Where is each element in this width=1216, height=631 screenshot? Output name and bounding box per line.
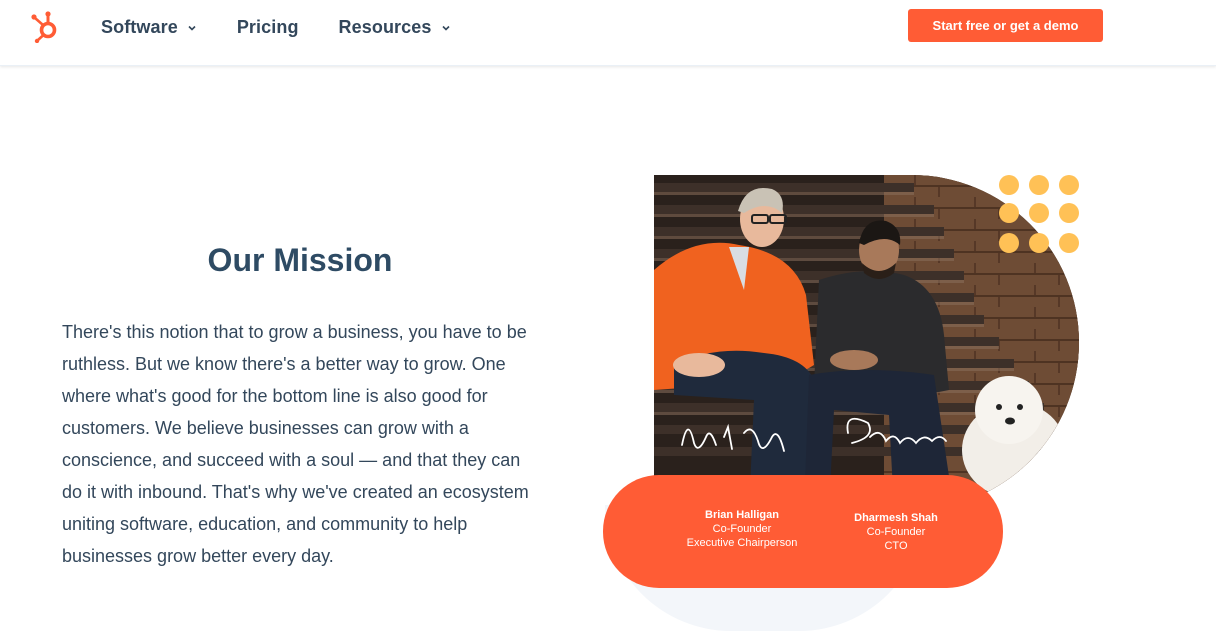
main-nav: Software Pricing Resources — [101, 0, 491, 54]
mission-body: There's this notion that to grow a busin… — [62, 322, 529, 566]
founder-card-brian: Brian Halligan Co-Founder Executive Chai… — [672, 508, 812, 550]
start-free-demo-button[interactable]: Start free or get a demo — [908, 9, 1103, 42]
site-header: Software Pricing Resources Start free or… — [0, 0, 1216, 66]
decorative-dots-icon — [999, 175, 1079, 253]
founder-card-dharmesh: Dharmesh Shah Co-Founder CTO — [840, 511, 952, 553]
nav-pricing-label: Pricing — [236, 16, 299, 37]
nav-resources[interactable]: Resources — [339, 17, 451, 38]
chevron-down-icon — [188, 25, 196, 31]
nav-software-label: Software — [101, 16, 178, 37]
founder-role-secondary: CTO — [884, 540, 908, 552]
mission-title: Our Mission — [207, 242, 393, 278]
founder-role-secondary: Executive Chairperson — [686, 537, 798, 549]
founder-role: Co-Founder — [866, 526, 926, 538]
nav-pricing[interactable]: Pricing — [237, 17, 299, 38]
nav-software[interactable]: Software — [101, 17, 197, 38]
founder-role: Co-Founder — [712, 523, 772, 535]
nav-resources-label: Resources — [338, 16, 432, 37]
founder-name: Dharmesh Shah — [854, 512, 938, 524]
hubspot-logo-icon[interactable] — [30, 9, 64, 43]
chevron-down-icon — [441, 25, 450, 31]
founder-name: Brian Halligan — [705, 509, 779, 521]
